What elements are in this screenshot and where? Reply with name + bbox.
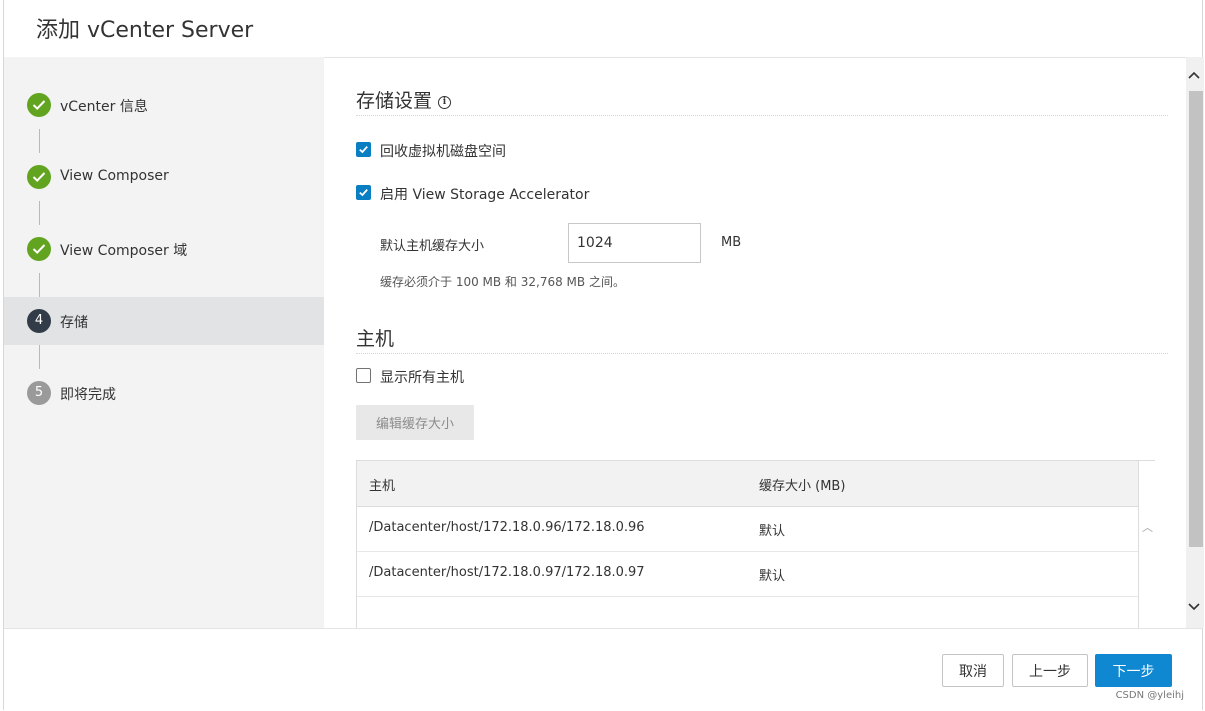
add-vcenter-dialog: 添加 vCenter Server vCenter 信息 View Compos… — [3, 0, 1204, 711]
storage-section-heading: 存储设置 — [356, 90, 433, 112]
section-divider — [356, 115, 1168, 116]
info-icon[interactable]: i — [438, 96, 452, 109]
step-storage[interactable]: 4 存储 — [4, 297, 324, 345]
edit-cache-size-button: 编辑缓存大小 — [356, 405, 474, 440]
wizard-steps-sidebar: vCenter 信息 View Composer View Composer 域… — [4, 57, 324, 628]
step-vcenter-info[interactable]: vCenter 信息 — [4, 81, 324, 129]
next-button[interactable]: 下一步 — [1095, 654, 1172, 687]
step-number: 4 — [27, 309, 51, 333]
chevron-up-icon[interactable]: ︿ — [1142, 519, 1153, 535]
cache-size-cell: 默认 — [759, 524, 786, 539]
reclaim-disk-space-checkbox[interactable] — [356, 142, 371, 157]
watermark: CSDN @yleihj — [1115, 690, 1184, 701]
grid-scrollbar[interactable]: ︿ — [1138, 461, 1155, 628]
step-connector — [39, 345, 40, 369]
dialog-footer: 取消 上一步 下一步 CSDN @yleihj — [4, 628, 1202, 711]
section-divider — [356, 353, 1168, 354]
dialog-title: 添加 vCenter Server — [36, 18, 254, 43]
dialog-header: 添加 vCenter Server — [4, 0, 1202, 58]
reclaim-disk-space-label[interactable]: 回收虚拟机磁盘空间 — [380, 141, 506, 161]
step-label: View Composer — [60, 168, 169, 184]
page-scrollbar[interactable] — [1186, 57, 1204, 628]
cache-size-hint: 缓存必须介于 100 MB 和 32,768 MB 之间。 — [380, 275, 625, 289]
default-cache-size-label: 默认主机缓存大小 — [380, 239, 485, 254]
host-path-cell: /Datacenter/host/172.18.0.96/172.18.0.96 — [369, 520, 645, 535]
check-icon — [27, 237, 51, 261]
cancel-button[interactable]: 取消 — [942, 654, 1004, 687]
scrollbar-thumb[interactable] — [1189, 91, 1203, 547]
step-view-composer[interactable]: View Composer — [4, 153, 324, 201]
back-button[interactable]: 上一步 — [1012, 654, 1088, 687]
enable-vsa-checkbox[interactable] — [356, 185, 371, 200]
show-all-hosts-checkbox[interactable] — [356, 368, 371, 383]
step-label: View Composer 域 — [60, 243, 188, 259]
step-label: 存储 — [60, 315, 88, 331]
step-label: 即将完成 — [60, 387, 116, 403]
storage-settings-content: 存储设置 i 回收虚拟机磁盘空间 启用 View Storage Accelera… — [324, 57, 1186, 628]
step-ready-to-complete[interactable]: 5 即将完成 — [4, 369, 324, 417]
check-icon — [27, 165, 51, 189]
hosts-section-title: 主机 — [356, 328, 395, 350]
step-connector — [39, 273, 40, 297]
step-label: vCenter 信息 — [60, 99, 148, 115]
step-connector — [39, 201, 40, 225]
step-connector — [39, 129, 40, 153]
chevron-up-icon[interactable] — [1188, 67, 1200, 83]
table-row[interactable]: /Datacenter/host/172.18.0.96/172.18.0.96… — [357, 506, 1138, 552]
storage-section-title: 存储设置 i — [356, 86, 452, 113]
cache-size-cell: 默认 — [759, 569, 786, 584]
column-header-cache-size[interactable]: 缓存大小 (MB) — [759, 475, 845, 494]
host-path-cell: /Datacenter/host/172.18.0.97/172.18.0.97 — [369, 565, 645, 580]
hosts-grid: 主机 缓存大小 (MB) /Datacenter/host/172.18.0.9… — [356, 460, 1155, 628]
chevron-down-icon[interactable] — [1188, 599, 1200, 615]
show-all-hosts-label[interactable]: 显示所有主机 — [380, 367, 464, 387]
grid-header: 主机 缓存大小 (MB) — [357, 461, 1138, 507]
table-row[interactable]: /Datacenter/host/172.18.0.97/172.18.0.97… — [357, 551, 1138, 597]
step-view-composer-domain[interactable]: View Composer 域 — [4, 225, 324, 273]
enable-vsa-label[interactable]: 启用 View Storage Accelerator — [380, 184, 589, 204]
step-number: 5 — [27, 381, 51, 405]
default-cache-size-input[interactable] — [568, 223, 701, 263]
column-header-host[interactable]: 主机 — [369, 475, 395, 494]
cache-unit-label: MB — [721, 235, 742, 250]
check-icon — [27, 93, 51, 117]
